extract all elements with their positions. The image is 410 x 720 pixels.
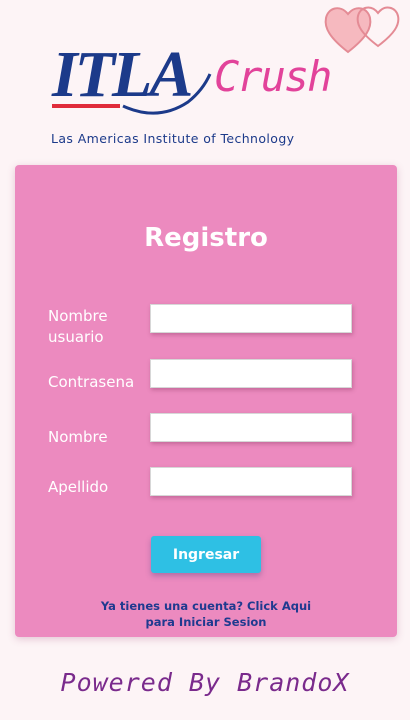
app-logo: ITLA Crush Las Americas Institute of Tec… (0, 0, 410, 160)
login-link-line2[interactable]: para Iniciar Sesion (15, 614, 397, 630)
password-input[interactable] (150, 359, 352, 388)
form-title: Registro (144, 223, 268, 253)
username-label: Nombre usuario (48, 307, 108, 346)
institute-name: Las Americas Institute of Technology (51, 131, 295, 146)
password-label: Contrasena (48, 373, 135, 391)
lastname-input[interactable] (150, 467, 352, 496)
name-label: Nombre (48, 428, 108, 446)
logo-crush-text: Crush (214, 52, 332, 101)
logo-red-underline (52, 104, 120, 108)
powered-by-footer: Powered By BrandoX (60, 668, 350, 697)
logo-swoosh-icon (122, 73, 212, 115)
username-input[interactable] (150, 304, 352, 333)
name-input[interactable] (150, 413, 352, 442)
lastname-label: Apellido (48, 478, 109, 496)
login-link[interactable]: Ya tienes una cuenta? Click Aqui para In… (15, 598, 397, 630)
login-link-line1[interactable]: Ya tienes una cuenta? Click Aqui (15, 598, 397, 614)
hearts-icon (324, 6, 400, 54)
ingresar-button[interactable]: Ingresar (151, 536, 261, 573)
register-card: Registro Nombre usuario Contrasena Nombr… (15, 165, 397, 637)
